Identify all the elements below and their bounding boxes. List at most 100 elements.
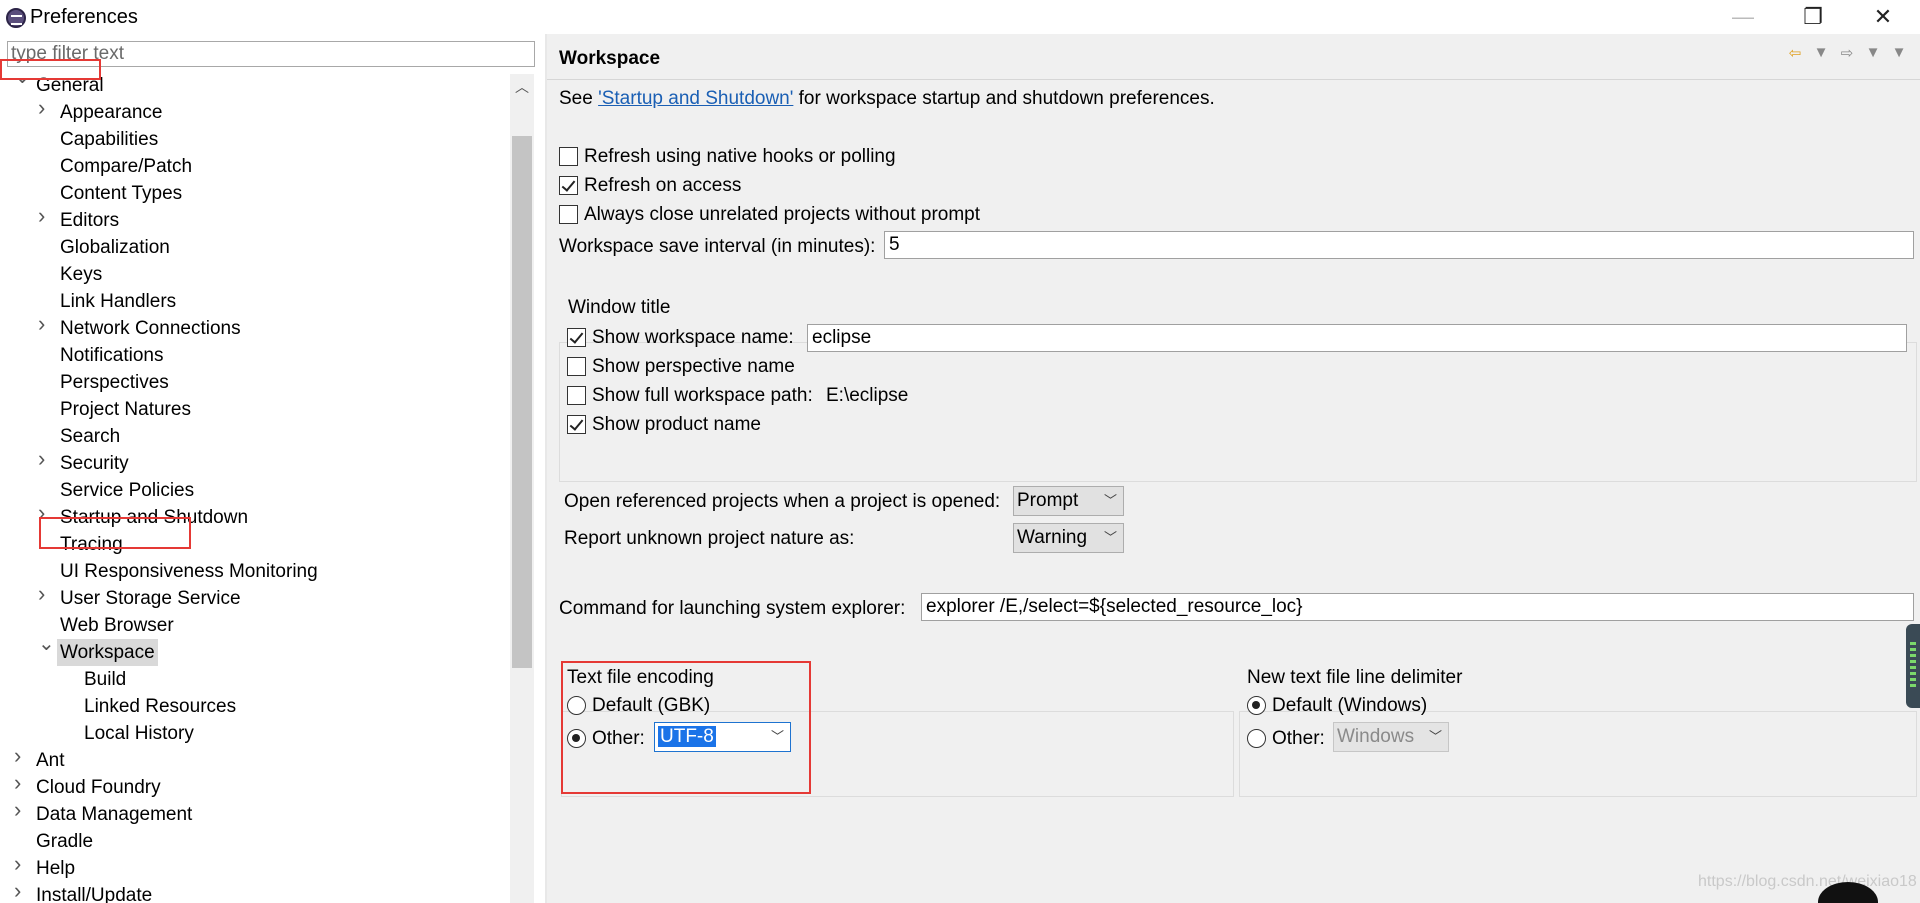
tree-item-label: Ant (36, 750, 65, 771)
tree-item-keys[interactable]: Keys (0, 261, 510, 288)
window-title-group-label: Window title (565, 297, 674, 319)
tree-item-project-natures[interactable]: Project Natures (0, 396, 510, 423)
intro-prefix: See (559, 88, 599, 109)
tree-item-label: Linked Resources (84, 696, 237, 717)
chevron-right-icon[interactable]: › (14, 745, 28, 767)
tree-item-label: Keys (60, 264, 103, 285)
tree-item-service-policies[interactable]: Service Policies (0, 477, 510, 504)
chevron-down-icon: ﹀ (1103, 530, 1117, 545)
always-close-checkbox[interactable] (559, 205, 578, 224)
explorer-command-input[interactable]: explorer /E,/select=${selected_resource_… (921, 593, 1914, 621)
chevron-right-icon[interactable]: › (38, 448, 52, 470)
tree-item-content-types[interactable]: Content Types (0, 180, 510, 207)
refresh-native-checkbox[interactable] (559, 147, 578, 166)
restore-icon[interactable]: ❐ (1790, 4, 1836, 30)
scroll-thumb[interactable] (512, 136, 532, 668)
tree-item-label: Network Connections (60, 318, 241, 339)
explorer-command-label: Command for launching system explorer: (559, 598, 906, 619)
chevron-right-icon[interactable]: › (14, 799, 28, 821)
tree-item-build[interactable]: Build (0, 666, 510, 693)
tree-item-label: Help (36, 858, 76, 879)
tree-item-label: Build (84, 669, 127, 690)
delimiter-default-radio[interactable] (1247, 696, 1266, 715)
tree-item-ant[interactable]: › Ant (0, 745, 510, 774)
delimiter-other-label: Other: (1272, 728, 1325, 749)
scroll-up-icon[interactable]: ︿ (510, 74, 534, 98)
tree-item-notifications[interactable]: Notifications (0, 342, 510, 369)
forward-arrow-icon[interactable]: ⇨ (1836, 44, 1858, 62)
open-referenced-combo[interactable]: Prompt ﹀ (1013, 486, 1124, 516)
tree-item-web-browser[interactable]: Web Browser (0, 612, 510, 639)
chevron-down-icon[interactable]: ⌄ (38, 634, 55, 654)
tree-item-label: Cloud Foundry (36, 777, 161, 798)
unknown-nature-combo[interactable]: Warning ﹀ (1013, 523, 1124, 553)
tree-item-label: UI Responsiveness Monitoring (60, 561, 318, 582)
intro-suffix: for workspace startup and shutdown prefe… (793, 88, 1215, 109)
tree-item-label: Notifications (60, 345, 164, 366)
chevron-right-icon[interactable]: › (14, 772, 28, 794)
tree-item-capabilities[interactable]: Capabilities (0, 126, 510, 153)
tree-item-compare-patch[interactable]: Compare/Patch (0, 153, 510, 180)
tree-item-label: Project Natures (60, 399, 191, 420)
tree-item-security[interactable]: › Security (0, 448, 510, 477)
startup-intro: See 'Startup and Shutdown' for workspace… (559, 88, 1215, 110)
forward-menu-icon[interactable]: ▼ (1862, 44, 1884, 62)
chevron-right-icon[interactable]: › (14, 853, 28, 875)
eclipse-app-icon (6, 8, 26, 28)
show-full-path-checkbox[interactable] (567, 386, 586, 405)
tree-item-editors[interactable]: › Editors (0, 205, 510, 234)
window-title: Preferences (30, 6, 138, 28)
always-close-label: Always close unrelated projects without … (584, 204, 981, 225)
tree-item-label: Service Policies (60, 480, 195, 501)
tree-item-label: Editors (60, 210, 120, 231)
tree-item-label: Search (60, 426, 121, 447)
delimiter-other-radio[interactable] (1247, 729, 1266, 748)
chevron-down-icon: ﹀ (1103, 493, 1117, 508)
tree-item-data-management[interactable]: › Data Management (0, 799, 510, 828)
preferences-navigation: ⌄General›AppearanceCapabilitiesCompare/P… (0, 34, 545, 903)
tree-item-install-update[interactable]: › Install/Update (0, 880, 510, 903)
show-workspace-name-checkbox[interactable] (567, 328, 586, 347)
tree-item-local-history[interactable]: Local History (0, 720, 510, 747)
unknown-nature-value: Warning (1017, 527, 1088, 548)
tree-item-workspace[interactable]: ⌄ Workspace (0, 634, 510, 666)
save-interval-input[interactable]: 5 (884, 231, 1914, 259)
back-arrow-icon[interactable]: ⇦ (1784, 44, 1806, 62)
tree-item-cloud-foundry[interactable]: › Cloud Foundry (0, 772, 510, 801)
chevron-right-icon[interactable]: › (38, 97, 52, 119)
chevron-right-icon[interactable]: › (38, 583, 52, 605)
show-product-checkbox[interactable] (567, 415, 586, 434)
page-header: Workspace ⇦ ▼ ⇨ ▼ ▼ (547, 34, 1920, 80)
minimize-icon[interactable]: — (1720, 4, 1766, 30)
tree-item-network-connections[interactable]: › Network Connections (0, 313, 510, 342)
tree-item-perspectives[interactable]: Perspectives (0, 369, 510, 396)
back-menu-icon[interactable]: ▼ (1810, 44, 1832, 62)
tree-item-gradle[interactable]: Gradle (0, 828, 510, 855)
refresh-access-checkbox[interactable] (559, 176, 578, 195)
tree-item-label: Link Handlers (60, 291, 177, 312)
show-perspective-checkbox[interactable] (567, 357, 586, 376)
title-bar: Preferences — ❐ ✕ (0, 0, 1920, 34)
workspace-name-input[interactable]: eclipse (807, 324, 1907, 352)
chevron-right-icon[interactable]: › (14, 880, 28, 902)
tree-item-label: Globalization (60, 237, 170, 258)
view-menu-icon[interactable]: ▼ (1888, 44, 1910, 62)
tree-item-globalization[interactable]: Globalization (0, 234, 510, 261)
tree-item-user-storage-service[interactable]: › User Storage Service (0, 583, 510, 612)
tree-item-label: Compare/Patch (60, 156, 193, 177)
tree-item-ui-responsiveness-monitoring[interactable]: UI Responsiveness Monitoring (0, 558, 510, 585)
tree-item-link-handlers[interactable]: Link Handlers (0, 288, 510, 315)
chevron-right-icon[interactable]: › (38, 205, 52, 227)
side-widget[interactable] (1906, 624, 1920, 708)
tree-item-label: Workspace (57, 639, 158, 666)
startup-shutdown-link[interactable]: 'Startup and Shutdown' (598, 88, 793, 109)
tree-item-linked-resources[interactable]: Linked Resources (0, 693, 510, 720)
chevron-right-icon[interactable]: › (38, 313, 52, 335)
tree-item-search[interactable]: Search (0, 423, 510, 450)
close-icon[interactable]: ✕ (1860, 4, 1906, 30)
show-perspective-label: Show perspective name (592, 356, 795, 377)
tree-item-label: Web Browser (60, 615, 174, 636)
tree-scrollbar[interactable]: ︿ (510, 74, 534, 903)
tree-item-help[interactable]: › Help (0, 853, 510, 882)
tree-item-appearance[interactable]: › Appearance (0, 97, 510, 126)
